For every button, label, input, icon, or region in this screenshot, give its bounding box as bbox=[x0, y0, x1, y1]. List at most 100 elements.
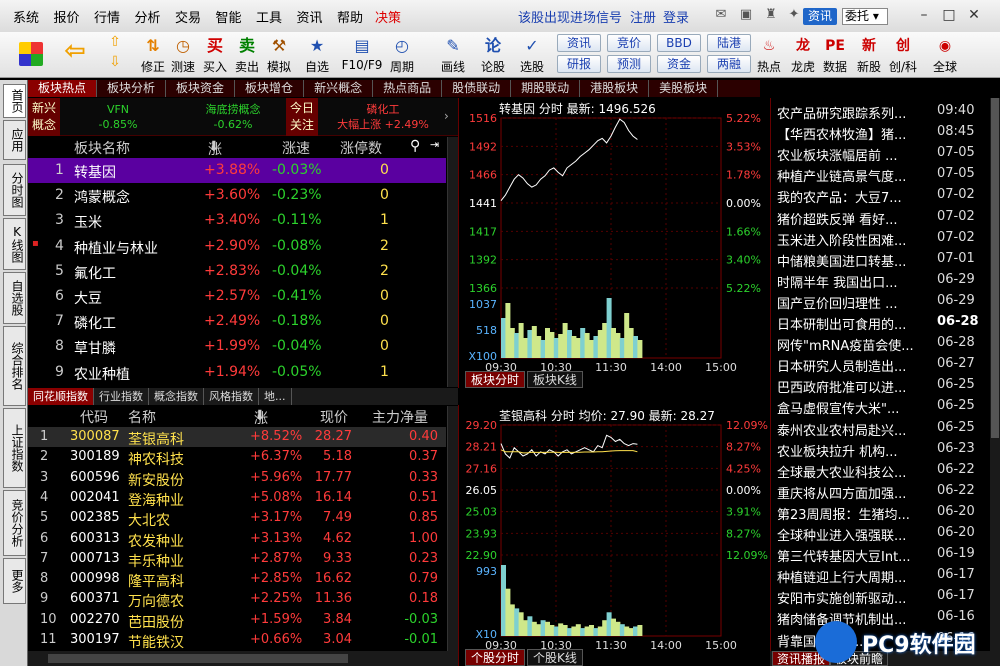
news-scrollbar[interactable] bbox=[990, 98, 1000, 651]
toolbar-button-6[interactable]: ▤ F10/F9 bbox=[340, 32, 384, 78]
horizontal-scrollbar[interactable] bbox=[28, 651, 458, 666]
stock-row[interactable]: 7 000713 丰乐种业 +2.87% 9.33 0.23 bbox=[28, 549, 446, 570]
news-item[interactable]: 农产品研究跟踪系列... 09:40 bbox=[777, 101, 987, 122]
news-item[interactable]: 猪价超跌反弹 看好... 07-02 bbox=[777, 207, 987, 228]
stock-intraday-chart[interactable]: 29.20 12.09% 28.21 8.27% 27.16 4.25% 26.05 0.00… bbox=[458, 405, 770, 666]
news-item[interactable]: 农业板块拉升 机构... 06-23 bbox=[777, 439, 987, 460]
small-button[interactable]: 两融 bbox=[707, 55, 751, 73]
index-tab[interactable]: 同花顺指数 bbox=[28, 388, 94, 405]
signal-link[interactable]: 该股出现进场信号 bbox=[518, 7, 622, 26]
shirt-icon[interactable]: ♜ bbox=[763, 7, 779, 23]
stock-row[interactable]: 10 002270 芭田股份 +1.59% 3.84 -0.03 bbox=[28, 610, 446, 631]
toolbar-button-9[interactable]: 论论股 bbox=[476, 32, 510, 78]
sidebar-tab[interactable]: 分时图 bbox=[3, 164, 26, 216]
small-button[interactable]: 陆港 bbox=[707, 34, 751, 52]
register-link[interactable]: 注册 bbox=[630, 7, 656, 26]
stock-scrollbar[interactable] bbox=[447, 406, 458, 651]
stock-row[interactable]: 3 600596 新安股份 +5.96% 17.77 0.33 bbox=[28, 468, 446, 489]
col-name[interactable]: 名称 bbox=[128, 407, 156, 427]
menu-item[interactable]: 帮助 bbox=[337, 7, 363, 26]
section-tab[interactable]: 板块分析 bbox=[97, 80, 167, 97]
menu-item[interactable]: 交易 bbox=[175, 7, 201, 26]
section-tab[interactable]: 板块增仓 bbox=[235, 80, 305, 97]
stock-row[interactable]: 2 300189 神农科技 +6.37% 5.18 0.37 bbox=[28, 447, 446, 468]
col-sector-name[interactable]: 板块名称 bbox=[74, 138, 130, 158]
right-tool-button[interactable]: PE 数据 bbox=[818, 32, 852, 78]
section-tab[interactable]: 热点商品 bbox=[373, 80, 443, 97]
login-link[interactable]: 登录 bbox=[663, 7, 689, 26]
toolbar-button-10[interactable]: ✓ 选股 bbox=[515, 32, 549, 78]
right-tool-button[interactable]: 新新股 bbox=[852, 32, 886, 78]
chart-tab[interactable]: 个股分时 bbox=[465, 649, 526, 666]
scroll-thumb[interactable] bbox=[48, 654, 348, 663]
news-item[interactable]: 种植链迎上行大周期... 06-17 bbox=[777, 565, 987, 586]
small-button[interactable]: 研报 bbox=[557, 55, 601, 73]
sector-intraday-chart[interactable]: 1516 5.22% 1492 3.53% 1466 1.78% 1441 0.00% 1417… bbox=[458, 98, 770, 388]
section-tab[interactable]: 期股联动 bbox=[511, 80, 581, 97]
sidebar-tab[interactable]: 自选股 bbox=[3, 272, 26, 324]
sidebar-tab[interactable]: 首页 bbox=[3, 84, 26, 118]
news-item[interactable]: 国产豆价回归理性 ... 06-29 bbox=[777, 291, 987, 312]
toolbar-button-4[interactable]: ⚒ 模拟 bbox=[262, 32, 296, 78]
sector-scrollbar[interactable] bbox=[447, 137, 458, 387]
cart-icon[interactable]: ✉ bbox=[713, 7, 729, 23]
menu-item[interactable]: 工具 bbox=[256, 7, 282, 26]
news-item[interactable]: 时隔半年 我国出口... 06-29 bbox=[777, 270, 987, 291]
menu-item[interactable]: 智能 bbox=[216, 7, 242, 26]
ticker-item[interactable]: VFN -0.85% bbox=[78, 102, 158, 132]
right-tool-button[interactable]: ♨ 热点 bbox=[752, 32, 786, 78]
section-tab[interactable]: 板块资金 bbox=[166, 80, 236, 97]
news-item[interactable]: 全球最大农业科技公... 06-22 bbox=[777, 460, 987, 481]
sector-row[interactable]: 7 磷化工 +2.49% -0.18% 0 bbox=[28, 309, 446, 334]
toolbar-button-2[interactable]: 买买入 bbox=[198, 32, 232, 78]
small-button[interactable]: 资讯 bbox=[557, 34, 601, 52]
stock-row[interactable]: 1 300087 荃银高科 +8.52% 28.27 0.40 bbox=[28, 427, 446, 448]
toolbar-button-1[interactable]: ◷ 测速 bbox=[166, 32, 200, 78]
small-button[interactable]: 资金 bbox=[657, 55, 701, 73]
menu-item[interactable]: 资讯 bbox=[297, 7, 323, 26]
news-item[interactable]: 泰州农业农村局赴兴... 06-25 bbox=[777, 418, 987, 439]
news-item[interactable]: 巴西政府批准可以进... 06-25 bbox=[777, 375, 987, 396]
section-tab[interactable]: 美股板块 bbox=[649, 80, 719, 97]
sidebar-tab[interactable]: 上证指数 bbox=[3, 408, 26, 488]
index-tab[interactable]: 行业指数 bbox=[94, 388, 149, 405]
chevron-right-icon[interactable]: › bbox=[444, 109, 449, 123]
pin-icon[interactable]: ⇥ bbox=[430, 138, 439, 151]
index-tab[interactable]: 概念指数 bbox=[149, 388, 204, 405]
section-tab[interactable]: 新兴概念 bbox=[304, 80, 374, 97]
col-limit-count[interactable]: 涨停数 bbox=[340, 138, 382, 158]
news-item[interactable]: 中储粮美国进口转基... 07-01 bbox=[777, 249, 987, 270]
mail-icon[interactable]: ▣ bbox=[738, 7, 754, 23]
news-item[interactable]: 玉米进入阶段性困难... 07-02 bbox=[777, 228, 987, 249]
close-icon[interactable]: ✕ bbox=[965, 6, 983, 24]
sidebar-tab[interactable]: 综合排名 bbox=[3, 326, 26, 406]
menu-item[interactable]: 行情 bbox=[94, 7, 120, 26]
menu-decision[interactable]: 决策 bbox=[375, 7, 401, 26]
index-tab[interactable]: 地... bbox=[259, 388, 292, 405]
index-tab[interactable]: 风格指数 bbox=[204, 388, 259, 405]
news-item[interactable]: 【华西农林牧渔】猪... 08:45 bbox=[777, 122, 987, 143]
col-code[interactable]: 代码 bbox=[80, 407, 108, 427]
news-item[interactable]: 网传"mRNA疫苗会使... 06-28 bbox=[777, 333, 987, 354]
gift-icon[interactable]: ✦ bbox=[786, 7, 802, 23]
up-down-arrows[interactable]: ⇧ ⇩ bbox=[100, 32, 130, 78]
sector-row[interactable]: 9 农业种植 +1.94% -0.05% 1 bbox=[28, 360, 446, 385]
minimize-icon[interactable]: – bbox=[915, 6, 933, 24]
news-item[interactable]: 盒马虚假宣传大米"... 06-25 bbox=[777, 396, 987, 417]
sector-row[interactable]: ▪ 4 种植业与林业 +2.90% -0.08% 2 bbox=[28, 234, 446, 259]
toolbar-button-3[interactable]: 卖卖出 bbox=[230, 32, 264, 78]
sector-row[interactable]: 8 草甘膦 +1.99% -0.04% 0 bbox=[28, 334, 446, 359]
news-item[interactable]: 日本研制出可食用的... 06-28 bbox=[777, 312, 987, 333]
col-price[interactable]: 现价 bbox=[320, 407, 348, 427]
back-arrow-icon[interactable]: ⇦ bbox=[58, 32, 92, 78]
sector-row[interactable]: 6 大豆 +2.57% -0.41% 0 bbox=[28, 284, 446, 309]
small-button[interactable]: 竞价 bbox=[607, 34, 651, 52]
sidebar-tab[interactable]: 更多 bbox=[3, 558, 26, 604]
toolbar-button-8[interactable]: ✎ 画线 bbox=[436, 32, 470, 78]
sector-row[interactable]: 2 鸿蒙概念 +3.60% -0.23% 0 bbox=[28, 183, 446, 208]
sector-row[interactable]: 3 玉米 +3.40% -0.11% 1 bbox=[28, 208, 446, 233]
focus-item[interactable]: 磷化工 大幅上涨 +2.49% bbox=[328, 102, 438, 132]
col-net[interactable]: 主力净量 bbox=[372, 407, 428, 427]
chart-tab[interactable]: 板块分时 bbox=[465, 371, 526, 388]
news-item[interactable]: 重庆将从四方面加强... 06-22 bbox=[777, 481, 987, 502]
